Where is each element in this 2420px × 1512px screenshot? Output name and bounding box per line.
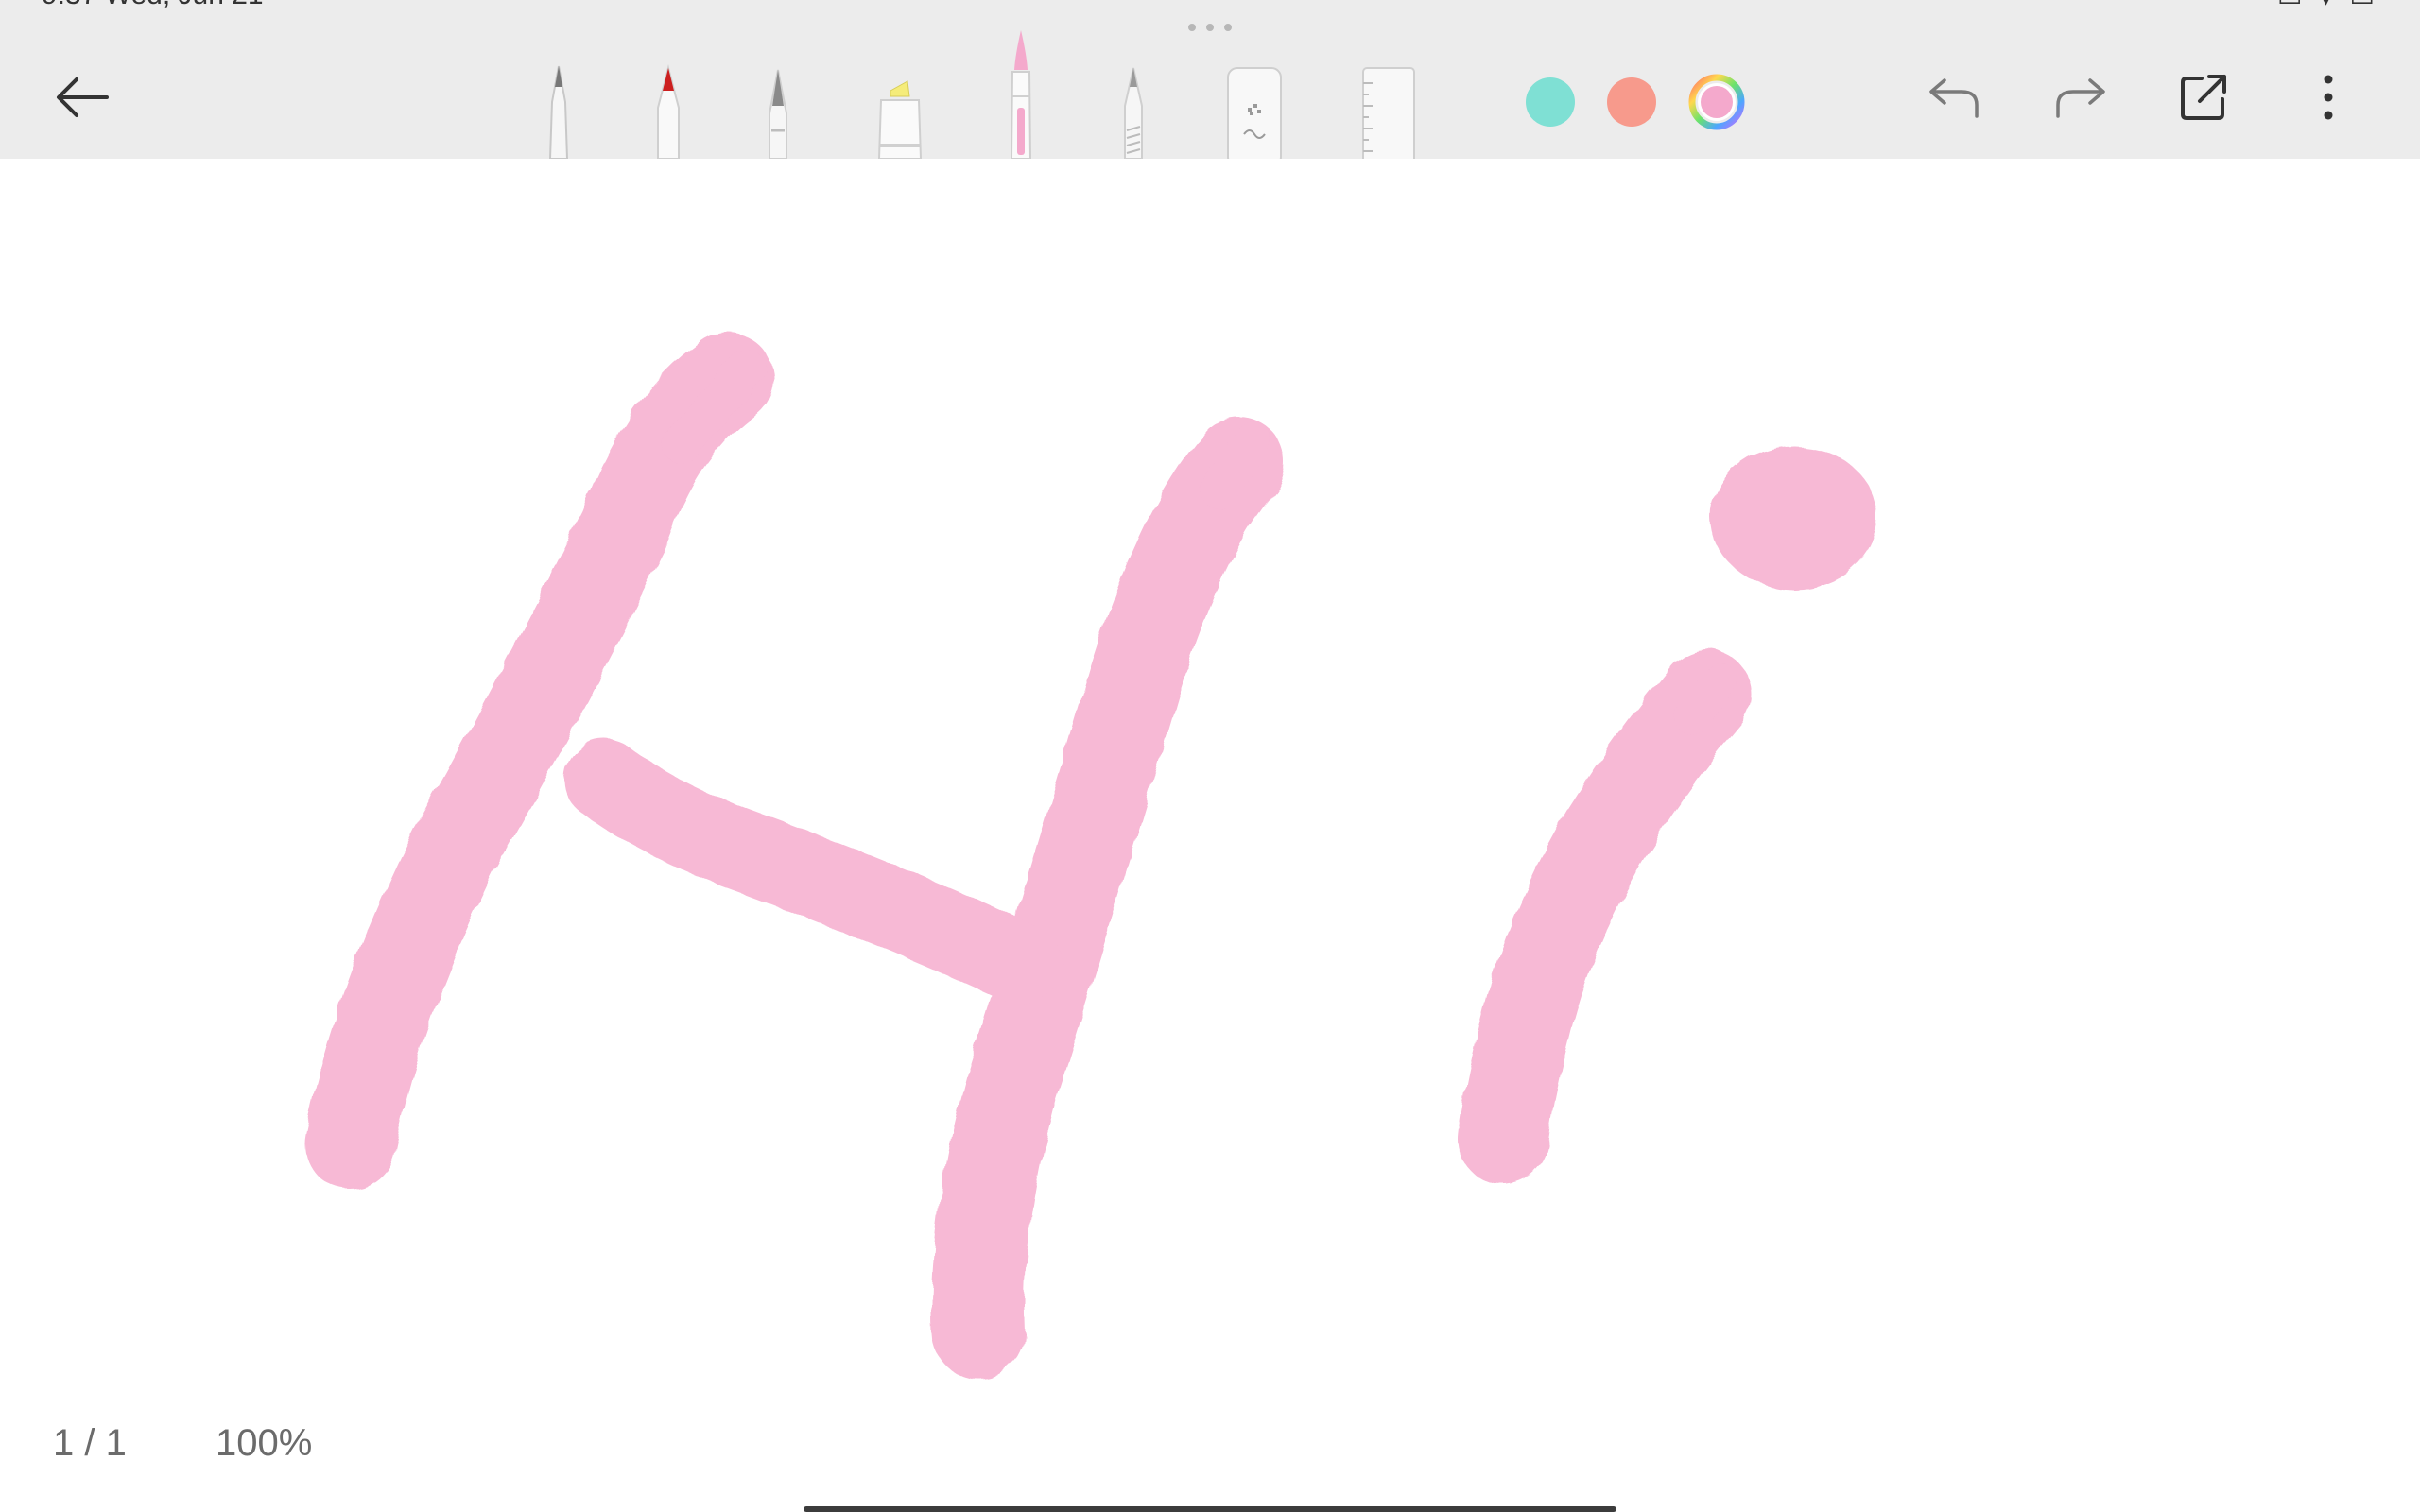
back-button[interactable]	[40, 55, 125, 140]
pencil-icon	[657, 64, 680, 160]
pencil-tool[interactable]	[648, 64, 688, 160]
fountain-pen-icon	[769, 69, 787, 160]
status-clock: 9:37 Wed, Jun 21	[42, 0, 264, 11]
highlighter-icon	[877, 80, 923, 160]
letter-i-stem-tip	[1675, 663, 1737, 735]
status-bar: 9:37 Wed, Jun 21 ▭▾▭	[0, 0, 2420, 13]
calligraphy-pen-icon	[1124, 67, 1143, 160]
ruler-icon	[1362, 67, 1415, 167]
letter-h-crossbar	[564, 739, 1062, 1005]
letter-h-right-stroke	[931, 417, 1285, 1379]
ruler-tool[interactable]	[1361, 66, 1416, 167]
redo-icon	[2056, 78, 2105, 118]
top-toolbar: 9:37 Wed, Jun 21 ▭▾▭	[0, 0, 2420, 167]
brush-icon	[1010, 30, 1032, 160]
zoom-level[interactable]: 100%	[216, 1422, 312, 1465]
color-picker-button[interactable]	[1688, 74, 1745, 130]
highlighter-tool[interactable]	[872, 64, 928, 160]
letter-h-left-stroke	[304, 333, 773, 1189]
home-indicator-bar[interactable]	[804, 1506, 1616, 1512]
arrow-left-icon	[57, 77, 109, 117]
color-swatch-coral[interactable]	[1607, 77, 1656, 127]
color-wheel-icon	[1688, 74, 1745, 130]
letter-i-stem	[1458, 649, 1752, 1184]
color-swatch-teal[interactable]	[1526, 77, 1575, 127]
pen-tool[interactable]	[539, 64, 579, 160]
eraser-tool[interactable]	[1225, 66, 1284, 167]
toolbar-drag-handle[interactable]	[1188, 24, 1232, 33]
eraser-icon	[1227, 67, 1282, 167]
calligraphy-pen-tool[interactable]	[1114, 64, 1153, 160]
more-vertical-icon	[2324, 75, 2333, 120]
share-button[interactable]	[2161, 55, 2246, 140]
undo-button[interactable]	[1911, 55, 1996, 140]
pen-icon	[548, 65, 569, 160]
drawing-canvas[interactable]	[0, 159, 2420, 1512]
undo-icon	[1929, 78, 1979, 118]
page-indicator: 1 / 1	[53, 1422, 127, 1464]
battery-icon: ▭	[2350, 0, 2392, 11]
fountain-pen-tool[interactable]	[758, 64, 798, 160]
watercolor-brush-tool[interactable]	[1002, 28, 1040, 160]
redo-button[interactable]	[2038, 55, 2123, 140]
share-icon	[2181, 75, 2226, 120]
status-icons: ▭▾▭	[2277, 0, 2392, 12]
wifi-icon: ▾	[2319, 0, 2349, 11]
handwriting-hi-drawing	[304, 333, 1877, 1379]
more-options-button[interactable]	[2286, 55, 2371, 140]
drawing-app-screen: 9:37 Wed, Jun 21 ▭▾▭	[0, 0, 2420, 1512]
screenshot-icon: ▭	[2277, 0, 2319, 11]
letter-i-dot	[1711, 446, 1877, 590]
